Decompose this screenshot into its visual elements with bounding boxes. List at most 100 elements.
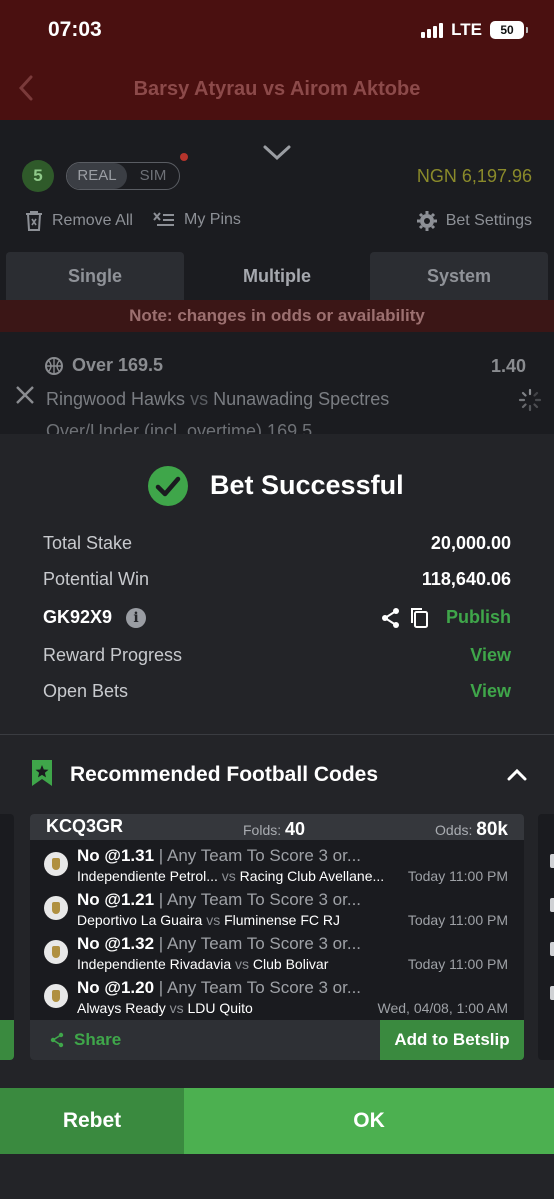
account-balance: NGN 6,197.96: [416, 166, 532, 186]
next-code-card[interactable]: [538, 814, 554, 1060]
next-card-logo: [550, 898, 554, 912]
pick-home: Deportivo La Guaira: [77, 912, 203, 928]
match-header: Barsy Atyrau vs Airom Aktobe: [0, 60, 554, 120]
add-to-betslip-button[interactable]: Add to Betslip: [380, 1020, 524, 1060]
pick-match: Deportivo La Guaira vs Fluminense FC RJ: [77, 912, 340, 928]
vs-label: vs: [169, 1000, 184, 1016]
betslip-actions: Remove All My Pins Bet Settings: [24, 210, 532, 236]
pick-value: No @1.31: [77, 846, 155, 865]
remove-all-button[interactable]: Remove All: [24, 210, 133, 232]
code-card-odds: Odds: 80k: [435, 819, 508, 841]
pick-line: No @1.20 | Any Team To Score 3 or...: [77, 978, 361, 998]
code-card-footer: Share Add to Betslip: [30, 1020, 524, 1060]
selection-count-badge: 5: [22, 160, 54, 192]
status-bar: 07:03 LTE 50: [0, 0, 554, 60]
open-bets-row: Open Bets View: [43, 681, 511, 707]
recommended-title: Recommended Football Codes: [70, 763, 379, 786]
publish-link[interactable]: Publish: [446, 607, 511, 628]
page-title: Barsy Atyrau vs Airom Aktobe: [133, 78, 421, 100]
bet-type-tabs: Single Multiple System: [6, 252, 548, 300]
share-icon: [50, 1032, 64, 1048]
pick-home: Always Ready: [77, 1000, 166, 1016]
battery-icon: 50: [490, 21, 528, 39]
ok-button[interactable]: OK: [184, 1088, 554, 1154]
booking-code-row: GK92X9 i Publish: [43, 607, 511, 633]
bookmark-star-icon: [32, 760, 52, 786]
odds-change-note: Note: changes in odds or availability: [0, 300, 554, 332]
status-time: 07:03: [48, 18, 102, 41]
pick-line: No @1.31 | Any Team To Score 3 or...: [77, 846, 361, 866]
rebet-button[interactable]: Rebet: [0, 1088, 184, 1154]
total-stake-label: Total Stake: [43, 533, 133, 553]
pick-home: Independiente Rivadavia: [77, 956, 232, 972]
basketball-icon: [45, 357, 63, 375]
pick-away: Fluminense FC RJ: [224, 912, 340, 928]
share-label: Share: [74, 1030, 122, 1049]
prev-code-card[interactable]: [0, 814, 14, 1060]
bet-settings-label: Bet Settings: [445, 212, 532, 229]
odds-label: Odds:: [435, 822, 473, 838]
total-stake-value: 20,000.00: [430, 533, 511, 553]
potential-win-value: 118,640.06: [421, 569, 511, 589]
real-sim-toggle[interactable]: REAL SIM: [66, 162, 180, 190]
my-pins-button[interactable]: My Pins: [152, 210, 241, 230]
pick-market: | Any Team To Score 3 or...: [158, 846, 362, 865]
pick-row: No @1.21 | Any Team To Score 3 or... Dep…: [30, 886, 524, 930]
chevron-down-icon[interactable]: [262, 144, 292, 162]
next-card-logo: [550, 986, 554, 1000]
team-logo-icon: [44, 940, 68, 964]
potential-win-label: Potential Win: [43, 569, 150, 589]
folds-label: Folds:: [243, 822, 282, 838]
open-bets-label: Open Bets: [43, 681, 129, 701]
away-team: Nunawading Spectres: [213, 389, 390, 409]
real-mode-option[interactable]: REAL: [67, 163, 127, 189]
remove-all-label: Remove All: [52, 212, 133, 229]
pick-time: Wed, 04/08, 1:00 AM: [377, 1000, 509, 1016]
reward-progress-row: Reward Progress View: [43, 645, 511, 671]
code-card-header: KCQ3GR Folds: 40 Odds: 80k: [30, 814, 524, 840]
check-circle-icon: [148, 466, 188, 506]
status-indicators: LTE 50: [421, 20, 528, 40]
pick-match: Independiente Rivadavia vs Club Bolivar: [77, 956, 328, 972]
pick-away: Racing Club Avellane...: [239, 868, 385, 884]
modal-title: Bet Successful: [210, 470, 404, 500]
team-logo-icon: [44, 852, 68, 876]
selection-title: Over 169.5: [72, 355, 164, 375]
chevron-up-icon[interactable]: [506, 767, 528, 781]
spinner-icon: [518, 388, 542, 412]
reward-progress-label: Reward Progress: [43, 645, 183, 665]
vs-label: vs: [190, 389, 209, 409]
recommended-codes-header[interactable]: Recommended Football Codes: [0, 735, 554, 813]
bet-settings-button[interactable]: Bet Settings: [416, 210, 532, 232]
pick-time: Today 11:00 PM: [407, 868, 508, 884]
pick-match: Independiente Petrol... vs Racing Club A…: [77, 868, 384, 884]
pick-row: No @1.31 | Any Team To Score 3 or... Ind…: [30, 842, 524, 886]
pick-value: No @1.20: [77, 978, 155, 997]
close-icon[interactable]: [14, 384, 36, 406]
sim-mode-option[interactable]: SIM: [127, 163, 179, 189]
reward-progress-view-link[interactable]: View: [470, 645, 511, 666]
code-card[interactable]: KCQ3GR Folds: 40 Odds: 80k No @1.31 | An…: [30, 814, 524, 1060]
prev-card-button: [0, 1020, 14, 1060]
tab-multiple[interactable]: Multiple: [184, 252, 370, 300]
open-bets-view-link[interactable]: View: [470, 681, 511, 702]
share-button[interactable]: Share: [50, 1030, 121, 1050]
vs-label: vs: [206, 912, 221, 928]
home-team: Ringwood Hawks: [46, 389, 186, 409]
pick-value: No @1.21: [77, 890, 155, 909]
vs-label: vs: [235, 956, 250, 972]
tab-single[interactable]: Single: [6, 252, 184, 300]
selection-odds: 1.40: [490, 356, 526, 376]
folds-value: 40: [285, 819, 306, 839]
share-icon[interactable]: [381, 607, 401, 629]
team-logo-icon: [44, 896, 68, 920]
pick-time: Today 11:00 PM: [407, 912, 508, 928]
modal-actions: Rebet OK: [0, 1088, 554, 1154]
potential-win-row: Potential Win 118,640.06: [43, 569, 511, 595]
copy-icon[interactable]: [409, 607, 429, 629]
gear-icon: [416, 211, 437, 231]
pin-icon: [153, 212, 174, 226]
vs-label: vs: [221, 868, 236, 884]
info-icon[interactable]: i: [126, 608, 146, 628]
tab-system[interactable]: System: [370, 252, 548, 300]
